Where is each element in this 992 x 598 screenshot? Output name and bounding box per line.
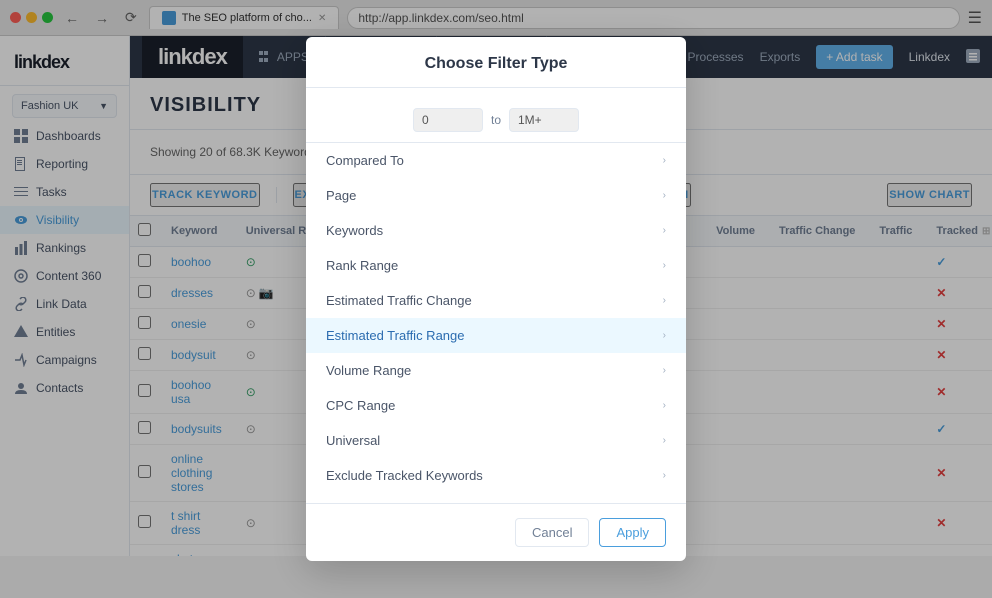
filter-label: Exclude Tracked Keywords	[326, 468, 483, 483]
chevron-right-icon: ›	[663, 295, 666, 306]
filter-label: Page	[326, 188, 356, 203]
chevron-right-icon: ›	[663, 435, 666, 446]
range-to-select[interactable]: 1M+ 100K 10K 1K	[509, 108, 579, 132]
filter-label: Estimated Traffic Change	[326, 293, 472, 308]
cancel-button[interactable]: Cancel	[515, 518, 589, 547]
chevron-right-icon: ›	[663, 190, 666, 201]
filter-label: Universal	[326, 433, 380, 448]
modal-body: 0 1K 10K 100K to 1M+ 100K 10K 1K Compare…	[306, 88, 686, 503]
filter-label: Compared To	[326, 153, 404, 168]
chevron-right-icon: ›	[663, 470, 666, 481]
filter-option-exclude-tracked[interactable]: Exclude Tracked Keywords ›	[306, 458, 686, 493]
filter-option-rank-range[interactable]: Rank Range ›	[306, 248, 686, 283]
filter-option-volume-range[interactable]: Volume Range ›	[306, 353, 686, 388]
filter-label: Estimated Traffic Range	[326, 328, 465, 343]
chevron-right-icon: ›	[663, 260, 666, 271]
filter-option-keywords[interactable]: Keywords ›	[306, 213, 686, 248]
choose-filter-modal: Choose Filter Type 0 1K 10K 100K to 1M+ …	[306, 37, 686, 561]
range-from-select[interactable]: 0 1K 10K 100K	[413, 108, 483, 132]
filter-option-estimated-traffic-range[interactable]: Estimated Traffic Range ›	[306, 318, 686, 353]
chevron-right-icon: ›	[663, 155, 666, 166]
filter-option-estimated-traffic-change[interactable]: Estimated Traffic Change ›	[306, 283, 686, 318]
range-to-label: to	[491, 113, 501, 127]
modal-title: Choose Filter Type	[326, 55, 666, 73]
filter-option-cpc-range[interactable]: CPC Range ›	[306, 388, 686, 423]
modal-header: Choose Filter Type	[306, 37, 686, 88]
modal-overlay[interactable]: Choose Filter Type 0 1K 10K 100K to 1M+ …	[0, 0, 992, 598]
filter-option-universal[interactable]: Universal ›	[306, 423, 686, 458]
filter-option-page[interactable]: Page ›	[306, 178, 686, 213]
filter-label: Rank Range	[326, 258, 398, 273]
chevron-right-icon: ›	[663, 400, 666, 411]
filter-label: CPC Range	[326, 398, 395, 413]
modal-footer: Cancel Apply	[306, 503, 686, 561]
filter-label: Volume Range	[326, 363, 411, 378]
apply-button[interactable]: Apply	[599, 518, 666, 547]
filter-label: Keywords	[326, 223, 383, 238]
filter-option-compared-to[interactable]: Compared To ›	[306, 143, 686, 178]
chevron-right-icon: ›	[663, 330, 666, 341]
range-selector-row: 0 1K 10K 100K to 1M+ 100K 10K 1K	[306, 98, 686, 143]
chevron-right-icon: ›	[663, 365, 666, 376]
chevron-right-icon: ›	[663, 225, 666, 236]
